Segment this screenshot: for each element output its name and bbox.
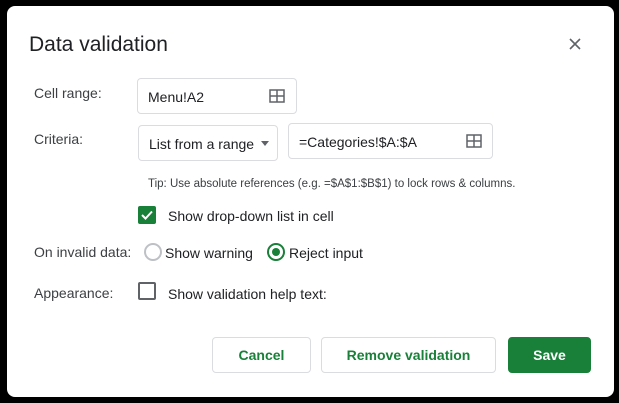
criteria-label: Criteria: — [34, 131, 84, 147]
grid-select-icon[interactable] — [269, 89, 285, 103]
cell-range-value: Menu!A2 — [148, 89, 205, 105]
criteria-tip: Tip: Use absolute references (e.g. =$A$1… — [148, 178, 516, 190]
criteria-type-dropdown[interactable]: List from a range — [138, 125, 278, 161]
cell-range-input[interactable]: Menu!A2 — [137, 78, 297, 114]
invalid-data-label: On invalid data: — [34, 244, 132, 260]
help-text-label[interactable]: Show validation help text: — [168, 285, 327, 303]
remove-validation-button[interactable]: Remove validation — [321, 337, 496, 373]
dropdown-arrow-icon — [261, 141, 269, 146]
criteria-range-value: =Categories!$A:$A — [299, 134, 417, 150]
appearance-label: Appearance: — [34, 285, 114, 301]
show-warning-label[interactable]: Show warning — [165, 244, 253, 262]
checkmark-icon — [141, 210, 153, 220]
data-validation-dialog: Data validation Cell range: Menu!A2 Crit… — [7, 6, 614, 397]
grid-select-icon[interactable] — [466, 134, 482, 148]
reject-input-label[interactable]: Reject input — [289, 244, 363, 262]
cell-range-label: Cell range: — [34, 85, 102, 101]
criteria-range-input[interactable]: =Categories!$A:$A — [288, 123, 493, 159]
reject-input-radio[interactable] — [267, 243, 285, 261]
dialog-title: Data validation — [29, 33, 168, 56]
save-button[interactable]: Save — [508, 337, 591, 373]
close-icon[interactable] — [565, 34, 585, 54]
cancel-button[interactable]: Cancel — [212, 337, 311, 373]
show-dropdown-label[interactable]: Show drop-down list in cell — [168, 207, 334, 225]
show-warning-radio[interactable] — [144, 243, 162, 261]
help-text-checkbox[interactable] — [138, 282, 156, 300]
show-dropdown-checkbox[interactable] — [138, 206, 156, 224]
criteria-type-value: List from a range — [149, 136, 255, 152]
